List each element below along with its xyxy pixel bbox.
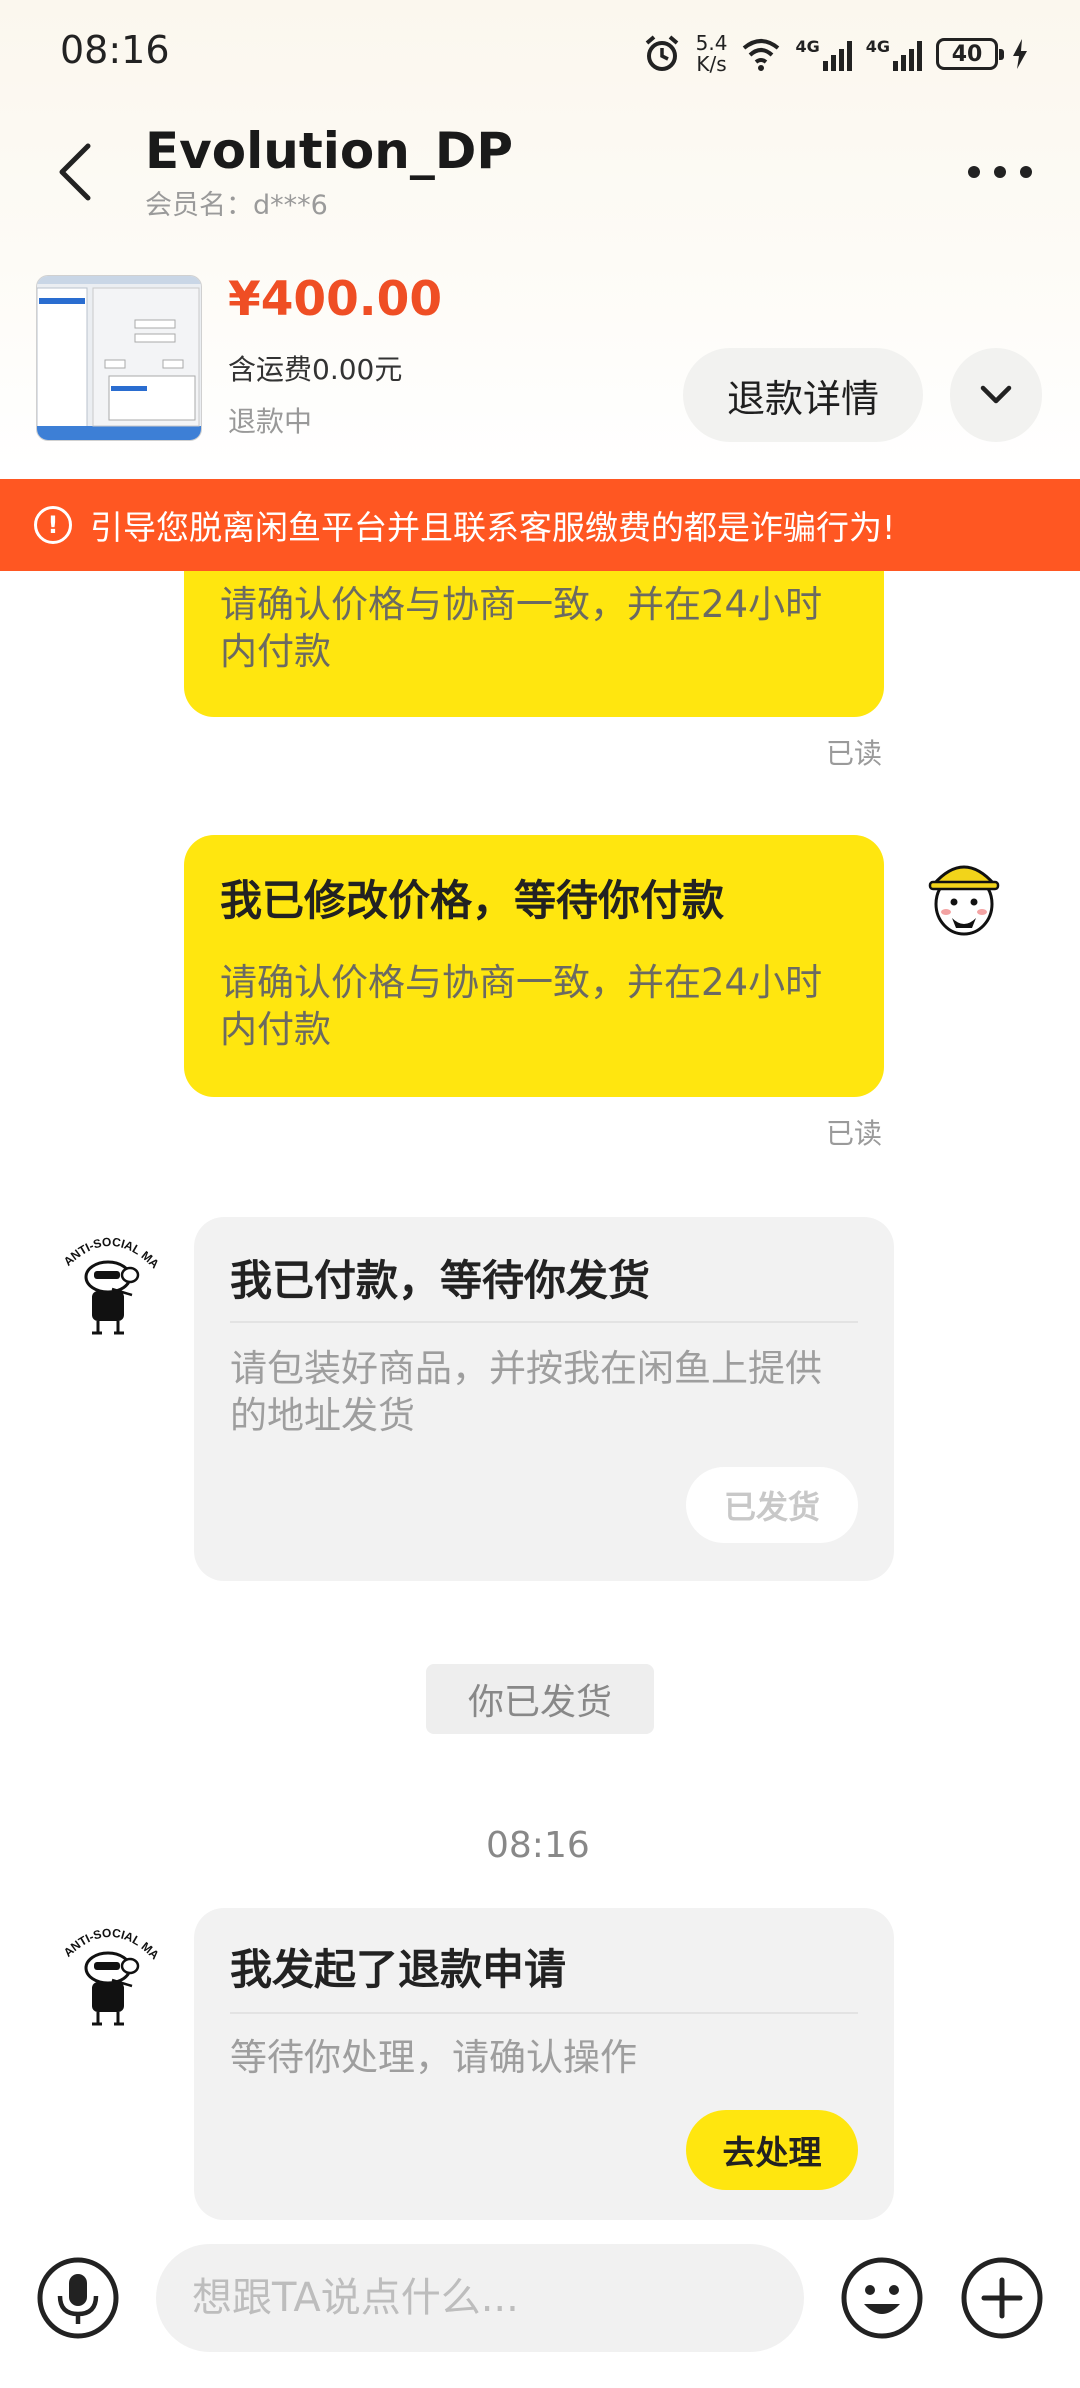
product-screenshot-image: [37, 276, 201, 440]
card-title: 我已付款，等待你发货: [230, 1256, 651, 1305]
charging-icon: [1013, 39, 1027, 69]
shipping-fee: 含运费0.00元: [228, 353, 403, 386]
message-bubble: 请确认价格与协商一致，并在24小时内付款: [184, 571, 884, 717]
expand-button[interactable]: [950, 348, 1042, 442]
message-1-clip: 请确认价格与协商一致，并在24小时内付款: [184, 571, 884, 717]
message-input[interactable]: [156, 2244, 804, 2352]
read-receipt: 已读: [826, 1117, 883, 1150]
warning-icon: !: [34, 506, 72, 544]
card-divider: [230, 2012, 858, 2014]
chevron-down-icon: [980, 385, 1012, 404]
back-arrow-icon[interactable]: [52, 140, 100, 204]
status-icons: 5.4 K/s 4G 4G 40: [642, 30, 1028, 78]
buyer-avatar[interactable]: ANTI-SOCIAL MAN: [52, 1225, 168, 1341]
card-divider: [230, 1321, 858, 1323]
card-subtext: 等待你处理，请确认操作: [230, 2036, 637, 2079]
refund-request-card: 我发起了退款申请 等待你处理，请确认操作 去处理: [194, 1908, 894, 2220]
net-speed: 5.4 K/s: [695, 31, 728, 76]
signal-strength-2: 4G: [866, 37, 922, 71]
product-price: ¥400.00: [228, 272, 443, 327]
refund-status: 退款中: [228, 405, 313, 438]
more-options-icon[interactable]: [964, 152, 1036, 192]
chat-title: Evolution_DP: [145, 122, 513, 180]
alarm-icon: [645, 35, 678, 71]
fraud-warning-banner: ! 引导您脱离闲鱼平台并且联系客服缴费的都是诈骗行为!: [0, 479, 1080, 571]
seller-avatar[interactable]: [922, 848, 1006, 938]
warning-text: 引导您脱离闲鱼平台并且联系客服缴费的都是诈骗行为!: [90, 508, 896, 547]
card-title: 我发起了退款申请: [230, 1945, 567, 1994]
shipped-button: 已发货: [686, 1467, 858, 1543]
system-notice: 你已发货: [426, 1664, 654, 1734]
read-receipt: 已读: [826, 737, 883, 770]
buyer-avatar[interactable]: ANTI-SOCIAL MAN: [52, 1916, 168, 2032]
message-subtext: 请确认价格与协商一致，并在24小时内付款: [220, 583, 823, 673]
plus-icon[interactable]: [960, 2256, 1044, 2340]
product-thumbnail[interactable]: [36, 275, 202, 441]
microphone-icon[interactable]: [36, 2256, 120, 2340]
card-subtext: 请包装好商品，并按我在闲鱼上提供的地址发货: [230, 1347, 822, 1437]
message-title: 我已修改价格，等待你付款: [220, 876, 725, 925]
message-timestamp: 08:16: [486, 1825, 590, 1866]
emoji-icon[interactable]: [840, 2256, 924, 2340]
process-button[interactable]: 去处理: [686, 2110, 858, 2190]
wifi-icon: [743, 39, 780, 71]
message-bubble: 我已修改价格，等待你付款 请确认价格与协商一致，并在24小时内付款: [184, 835, 884, 1097]
member-name: 会员名：d***6: [145, 190, 328, 221]
refund-detail-button[interactable]: 退款详情: [683, 348, 923, 442]
payment-card: 我已付款，等待你发货 请包装好商品，并按我在闲鱼上提供的地址发货 已发货: [194, 1217, 894, 1581]
status-time: 08:16: [60, 28, 170, 72]
message-subtext: 请确认价格与协商一致，并在24小时内付款: [220, 961, 823, 1051]
battery-indicator: 40: [936, 38, 1004, 70]
signal-strength-1: 4G: [795, 37, 852, 71]
